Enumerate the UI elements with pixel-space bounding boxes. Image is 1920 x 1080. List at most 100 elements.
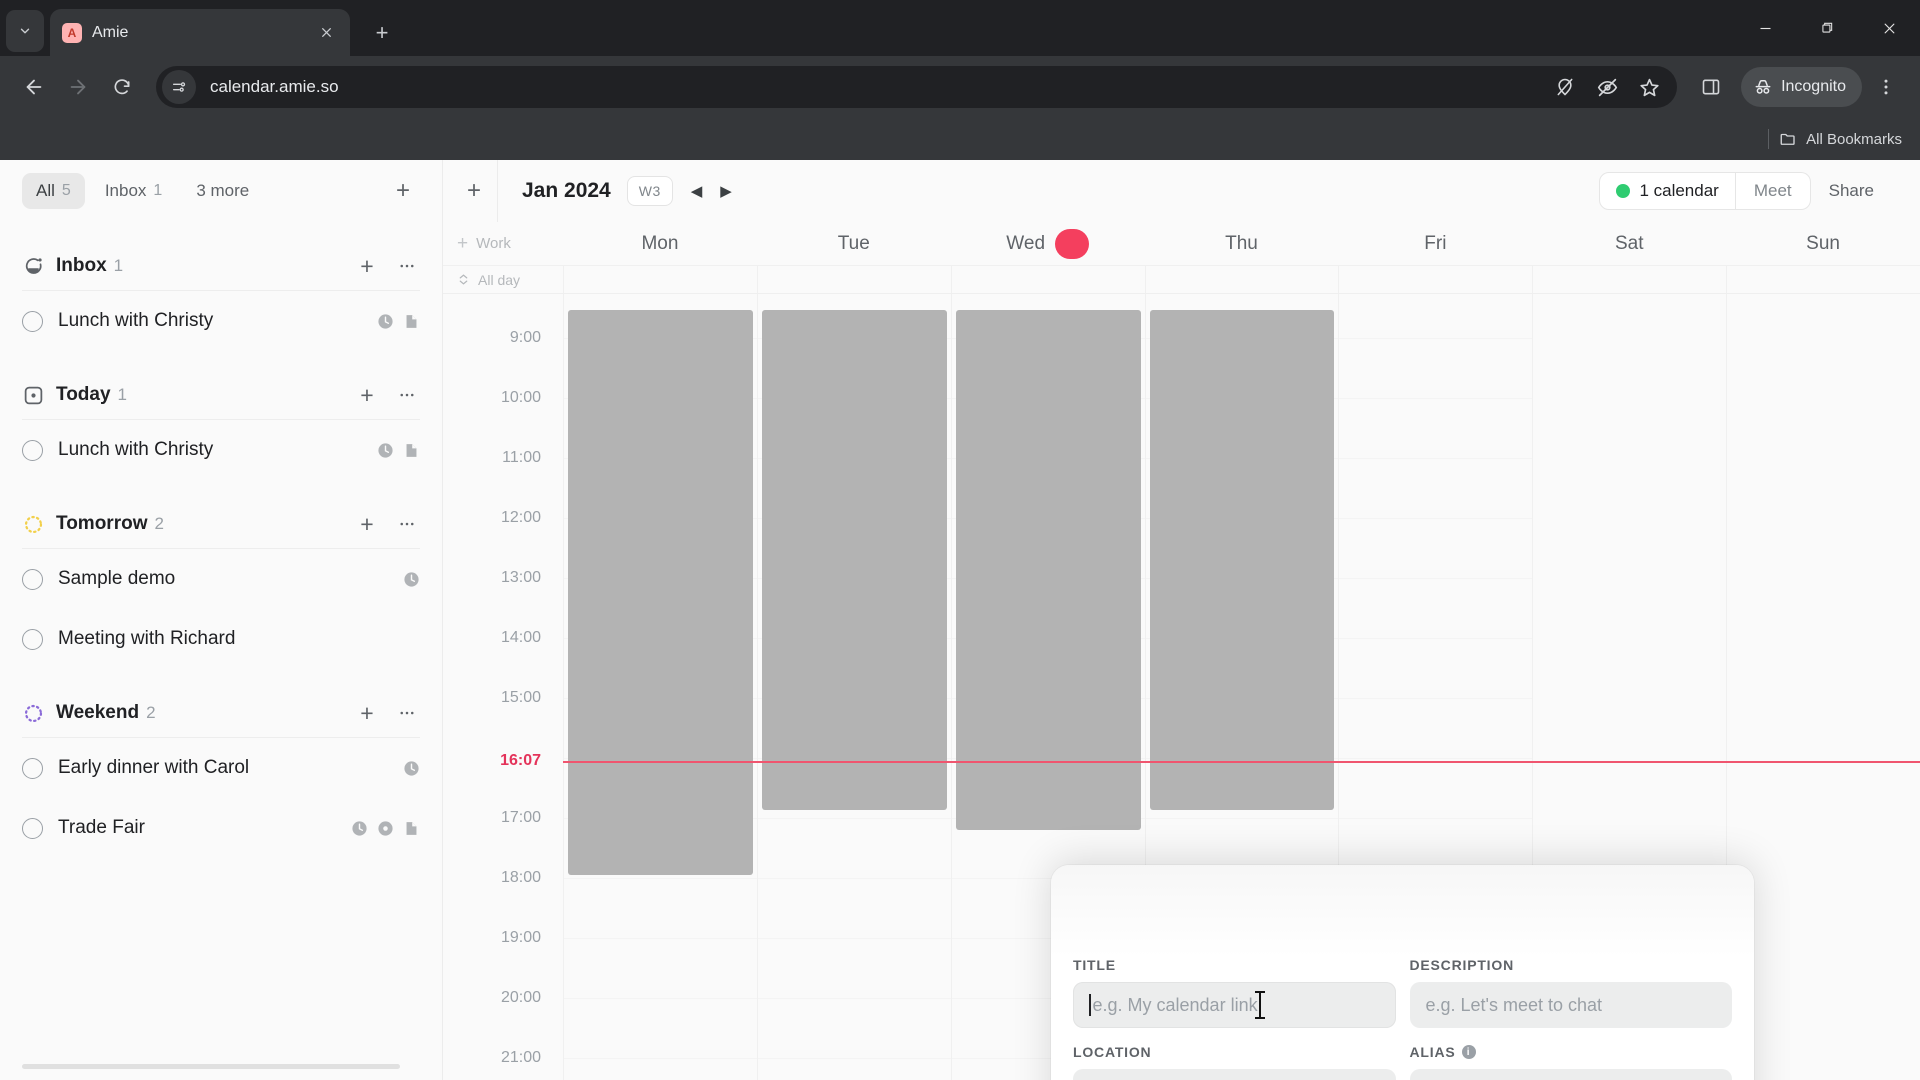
tracking-protection-icon[interactable]: [1587, 67, 1627, 107]
day-column-sun[interactable]: [1726, 294, 1920, 1080]
group-inbox-more-icon[interactable]: [394, 253, 420, 279]
group-today-more-icon[interactable]: [394, 382, 420, 408]
reload-icon[interactable]: [102, 67, 142, 107]
description-input[interactable]: e.g. Let's meet to chat: [1409, 982, 1732, 1028]
collapse-icon[interactable]: [457, 273, 470, 286]
day-label: Thu: [1225, 232, 1258, 254]
group-today-header[interactable]: Today 1 +: [22, 373, 420, 417]
side-panel-icon[interactable]: [1691, 67, 1731, 107]
task-label: Sample demo: [58, 568, 176, 589]
task-row[interactable]: Trade Fair: [22, 798, 420, 858]
busy-block[interactable]: [1149, 310, 1335, 810]
work-label: Work: [476, 235, 511, 252]
menu-icon[interactable]: [1866, 67, 1906, 107]
address-bar[interactable]: calendar.amie.so: [156, 66, 1678, 108]
minimize-icon[interactable]: [1734, 0, 1796, 56]
sidebar-add-button[interactable]: +: [386, 174, 420, 208]
group-weekend-more-icon[interactable]: [394, 700, 420, 726]
document-icon: [403, 820, 420, 837]
maximize-icon[interactable]: [1796, 0, 1858, 56]
all-day-cell[interactable]: [1338, 266, 1532, 293]
task-row[interactable]: Lunch with Christy: [22, 420, 420, 480]
task-checkbox[interactable]: [22, 817, 43, 839]
app-page: All 5 Inbox 1 3 more + Inbox 1 + Lunch w…: [0, 160, 1920, 1080]
day-header-fri[interactable]: Fri: [1338, 222, 1532, 265]
new-tab-button[interactable]: +: [364, 15, 400, 51]
work-add-icon[interactable]: +: [457, 233, 468, 255]
group-inbox-count: 1: [113, 256, 124, 275]
day-column-mon[interactable]: [563, 294, 757, 1080]
alias-input[interactable]: e.g. meet-with-dennis: [1409, 1069, 1732, 1080]
group-today-add-icon[interactable]: +: [354, 382, 380, 408]
group-tomorrow-more-icon[interactable]: [394, 511, 420, 537]
tomorrow-icon: [22, 513, 44, 535]
day-header-tue[interactable]: Tue: [757, 222, 951, 265]
folder-icon: [1779, 130, 1797, 148]
task-row[interactable]: Early dinner with Carol: [22, 738, 420, 798]
task-row[interactable]: Lunch with Christy: [22, 291, 420, 351]
task-checkbox[interactable]: [22, 757, 43, 779]
task-row[interactable]: Sample demo: [22, 549, 420, 609]
task-checkbox[interactable]: [22, 439, 43, 461]
group-inbox-header[interactable]: Inbox 1 +: [22, 244, 420, 288]
calendar-color-dot: [1616, 184, 1631, 198]
site-settings-icon[interactable]: [162, 70, 196, 104]
bookmark-star-icon[interactable]: [1629, 67, 1669, 107]
day-header-sat[interactable]: Sat: [1532, 222, 1726, 265]
filter-all-count: 5: [61, 182, 71, 199]
calendar-add-button[interactable]: +: [455, 172, 493, 210]
tab-search-chevron-icon[interactable]: [6, 10, 44, 52]
all-day-cell[interactable]: [563, 266, 757, 293]
next-week-icon[interactable]: ▶: [720, 182, 732, 200]
close-tab-icon[interactable]: [314, 21, 338, 45]
group-tomorrow-add-icon[interactable]: +: [354, 511, 380, 537]
close-icon[interactable]: [1858, 0, 1920, 56]
day-header-sun[interactable]: Sun: [1726, 222, 1920, 265]
all-day-cell[interactable]: [950, 266, 1145, 293]
calendar-count-button[interactable]: 1 calendar: [1599, 172, 1736, 210]
no-location-icon[interactable]: [1545, 67, 1585, 107]
task-checkbox[interactable]: [22, 568, 43, 590]
week-badge[interactable]: W3: [626, 176, 673, 206]
filter-more[interactable]: 3 more: [182, 173, 263, 209]
incognito-label: Incognito: [1781, 78, 1846, 95]
location-input[interactable]: Google Meet: [1073, 1069, 1396, 1080]
all-day-cell[interactable]: [1532, 266, 1726, 293]
task-checkbox[interactable]: [22, 310, 43, 332]
busy-block[interactable]: [568, 310, 753, 875]
day-header-mon[interactable]: Mon: [563, 222, 757, 265]
incognito-indicator[interactable]: Incognito: [1741, 67, 1862, 107]
share-button[interactable]: Share: [1811, 172, 1892, 210]
title-input[interactable]: e.g. My calendar link: [1073, 982, 1396, 1028]
task-row[interactable]: Meeting with Richard: [22, 609, 420, 669]
back-icon[interactable]: [14, 67, 54, 107]
browser-tab[interactable]: A Amie: [50, 9, 350, 56]
group-weekend-header[interactable]: Weekend 2 +: [22, 691, 420, 735]
location-field-group: LOCATION Google Meet: [1073, 1044, 1396, 1080]
meet-button[interactable]: Meet: [1735, 172, 1811, 210]
filter-inbox[interactable]: Inbox 1: [91, 173, 177, 209]
info-icon[interactable]: i: [1461, 1045, 1476, 1059]
day-header-wed[interactable]: Wed: [951, 222, 1145, 265]
all-day-cell[interactable]: [1726, 266, 1920, 293]
sidebar-scrollbar[interactable]: [22, 1064, 420, 1074]
day-header-thu[interactable]: Thu: [1145, 222, 1339, 265]
group-weekend-add-icon[interactable]: +: [354, 700, 380, 726]
day-column-tue[interactable]: [756, 294, 951, 1080]
busy-block[interactable]: [955, 310, 1141, 830]
group-inbox-add-icon[interactable]: +: [354, 253, 380, 279]
all-bookmarks-button[interactable]: All Bookmarks: [1779, 130, 1902, 148]
prev-week-icon[interactable]: ◀: [691, 182, 703, 200]
forward-icon[interactable]: [58, 67, 98, 107]
day-label: Sun: [1806, 232, 1840, 254]
day-label: Wed: [1006, 232, 1046, 254]
busy-block[interactable]: [761, 310, 947, 810]
all-day-cell[interactable]: [1144, 266, 1339, 293]
group-today-name: Today: [56, 384, 111, 405]
task-checkbox[interactable]: [22, 628, 43, 650]
filter-more-label: 3 more: [196, 181, 250, 200]
filter-all[interactable]: All 5: [22, 173, 85, 209]
incognito-icon: [1753, 77, 1773, 97]
all-day-cell[interactable]: [756, 266, 951, 293]
group-tomorrow-header[interactable]: Tomorrow 2 +: [22, 502, 420, 546]
